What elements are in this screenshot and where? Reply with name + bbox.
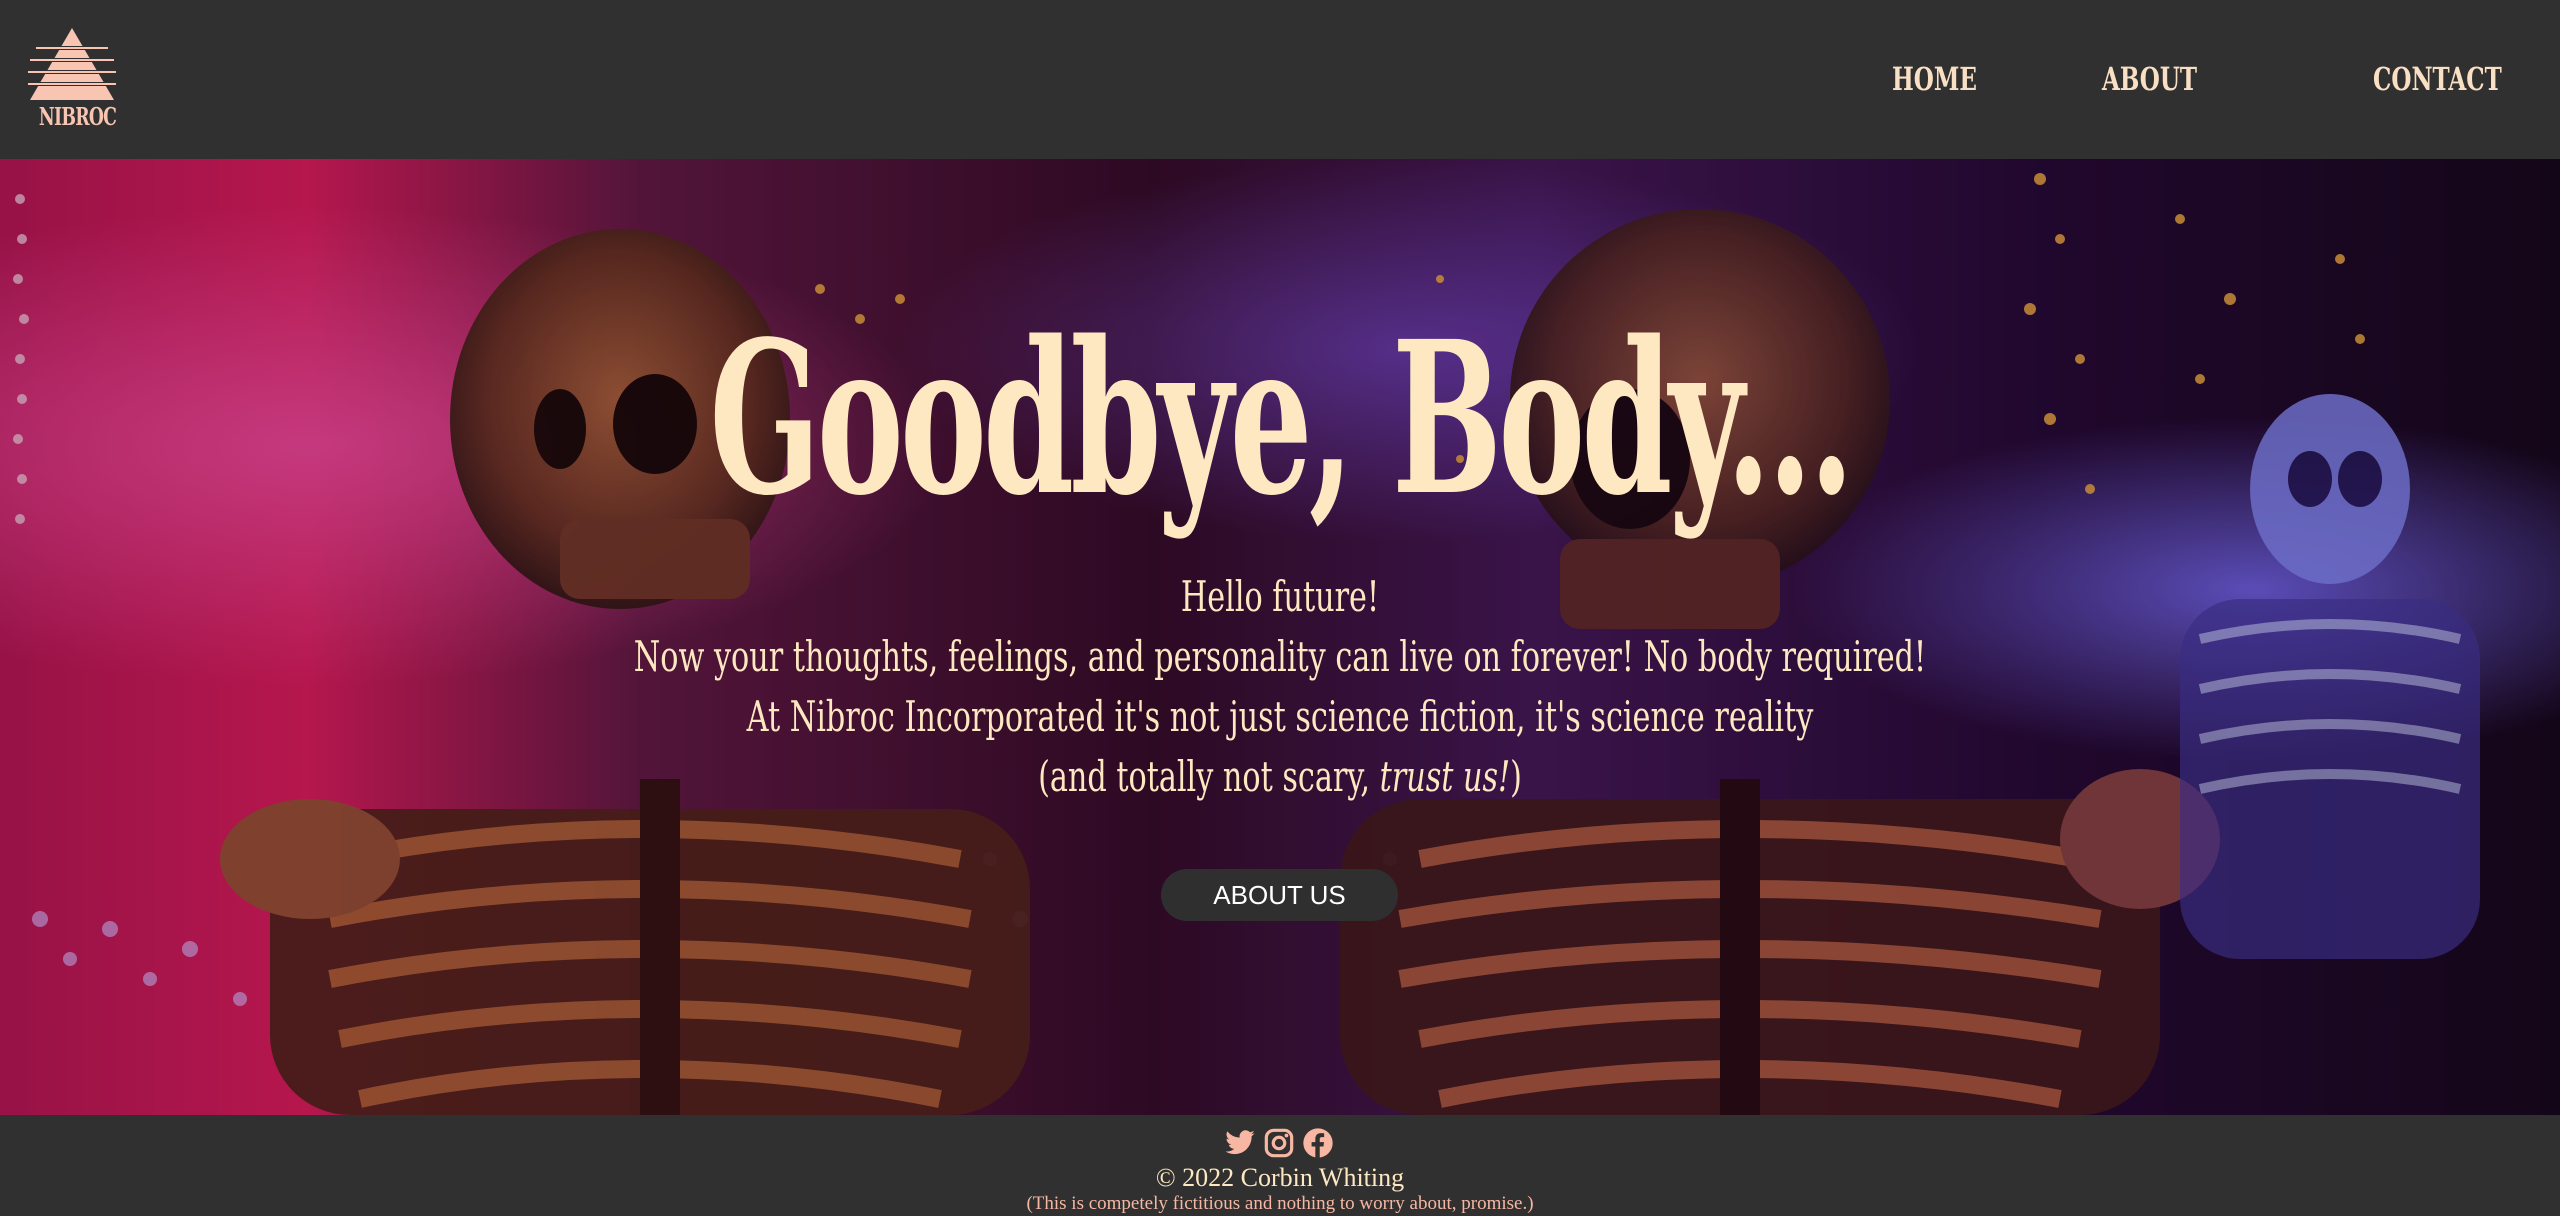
hero-line-3: At Nibroc Incorporated it's not just sci… xyxy=(746,692,1814,741)
nav-about[interactable]: ABOUT xyxy=(2102,60,2197,98)
pyramid-logo-icon xyxy=(26,28,118,100)
hero-line-4-suffix: ) xyxy=(1510,752,1522,801)
main-nav: HOME ABOUT CONTACT xyxy=(1892,60,2502,110)
logo-text: NIBROC xyxy=(38,102,117,131)
hero-line-4-prefix: (and totally not scary, xyxy=(1038,752,1380,801)
site-header: NIBROC HOME ABOUT CONTACT xyxy=(0,0,2560,159)
hero-line-1: Hello future! xyxy=(1180,572,1380,621)
hero-line-4-italic: trust us! xyxy=(1379,752,1511,801)
site-footer: © 2022 Corbin Whiting (This is competely… xyxy=(0,1115,2560,1216)
disclaimer-text: (This is competely fictitious and nothin… xyxy=(1026,1193,1534,1214)
twitter-icon[interactable] xyxy=(1224,1127,1256,1159)
nibroc-logo[interactable]: NIBROC xyxy=(26,26,118,138)
instagram-icon[interactable] xyxy=(1263,1127,1295,1159)
hero-line-2: Now your thoughts, feelings, and persona… xyxy=(633,632,1927,681)
hero-title: Goodbye, Body... xyxy=(709,295,1854,542)
nav-contact[interactable]: CONTACT xyxy=(2373,60,2502,98)
hero-text: Hello future! Now your thoughts, feeling… xyxy=(0,567,2560,807)
hero-section: Goodbye, Body... Hello future! Now your … xyxy=(0,159,2560,1115)
social-links xyxy=(1224,1127,1336,1161)
copyright-text: © 2022 Corbin Whiting xyxy=(1155,1163,1405,1192)
nav-home[interactable]: HOME xyxy=(1892,60,1977,98)
hero-line-4: (and totally not scary, trust us!) xyxy=(358,747,2201,807)
facebook-icon[interactable] xyxy=(1302,1127,1334,1159)
about-us-button[interactable]: ABOUT US xyxy=(1161,869,1398,921)
